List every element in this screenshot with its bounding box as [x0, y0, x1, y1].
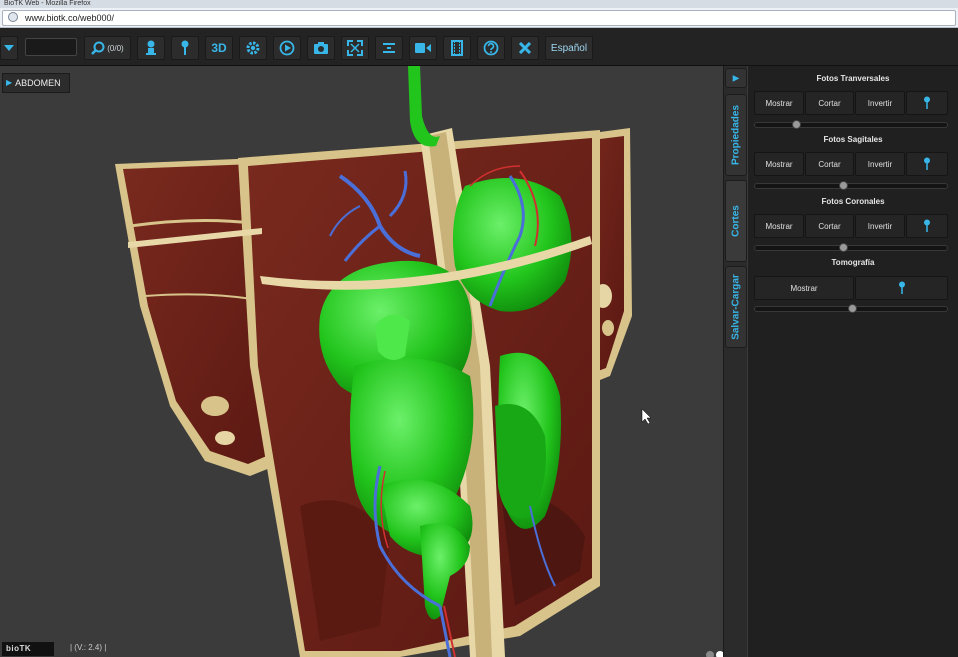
main-toolbar: (0/0) 3D Español — [0, 28, 958, 66]
coronal-invert-button[interactable]: Invertir — [855, 214, 905, 238]
transversal-invert-button[interactable]: Invertir — [855, 91, 905, 115]
video-camera-icon — [415, 43, 431, 53]
screenshot-button[interactable] — [307, 36, 335, 60]
version-label: | (V.: 2.4) | — [70, 643, 107, 652]
mouse-cursor-icon — [641, 408, 652, 425]
search-count: (0/0) — [107, 43, 124, 53]
tomografia-slider[interactable] — [754, 304, 948, 313]
camera-icon — [314, 42, 328, 54]
play-icon — [279, 40, 295, 56]
tab-cortes[interactable]: Cortes — [725, 180, 747, 262]
chevron-right-icon: ▶ — [732, 73, 740, 83]
window-title: BioTK Web - Mozilla Firefox — [0, 0, 958, 8]
tomografia-show-button[interactable]: Mostrar — [754, 276, 854, 300]
play-triangle-icon: ▶ — [6, 78, 13, 87]
settings-button[interactable] — [239, 36, 267, 60]
pin-icon — [181, 40, 189, 55]
slider-knob[interactable] — [839, 181, 848, 190]
app-window: BioTK Web - Mozilla Firefox www.biotk.co… — [0, 0, 958, 657]
help-button[interactable] — [477, 36, 505, 60]
search-input[interactable] — [25, 38, 77, 56]
url-text: www.biotk.co/web000/ — [25, 13, 115, 23]
tab-propiedades[interactable]: Propiedades — [725, 94, 747, 176]
close-icon — [519, 42, 531, 54]
chevron-down-icon — [4, 45, 14, 51]
coronal-pin-button[interactable] — [906, 214, 948, 238]
slider-knob[interactable] — [848, 304, 857, 313]
expand-icon — [347, 40, 363, 56]
section-title-transversal: Fotos Tranversales — [816, 74, 890, 83]
slider-knob[interactable] — [839, 243, 848, 252]
collapse-panel-button[interactable]: ▶ — [725, 68, 747, 88]
pin-icon — [924, 219, 930, 232]
tab-salvar-cargar[interactable]: Salvar-Cargar — [725, 266, 747, 348]
fullscreen-button[interactable] — [341, 36, 369, 60]
side-tab-strip: ▶ Propiedades Cortes Salvar-Cargar — [723, 66, 747, 657]
gear-icon — [246, 41, 260, 55]
breadcrumb[interactable]: ▶ ABDOMEN — [2, 73, 70, 93]
coronal-cut-button[interactable]: Cortar — [805, 214, 854, 238]
sagital-slider[interactable] — [754, 181, 948, 190]
sagital-show-button[interactable]: Mostrar — [754, 152, 804, 176]
film-button[interactable] — [443, 36, 471, 60]
view-3d-button[interactable]: 3D — [205, 36, 233, 60]
anatomy-3d-viewport[interactable]: ▶ ABDOMEN bioTK | (V.: 2.4) | — [0, 66, 747, 657]
search-button[interactable]: (0/0) — [84, 36, 131, 60]
address-bar: www.biotk.co/web000/ — [0, 8, 958, 28]
transversal-slider[interactable] — [754, 120, 948, 129]
url-field[interactable]: www.biotk.co/web000/ — [2, 10, 956, 26]
biotk-logo: bioTK — [2, 642, 54, 656]
sagital-invert-button[interactable]: Invertir — [855, 152, 905, 176]
abdomen-3d-model[interactable] — [0, 66, 747, 657]
coronal-show-button[interactable]: Mostrar — [754, 214, 804, 238]
close-button[interactable] — [511, 36, 539, 60]
person-button[interactable] — [137, 36, 165, 60]
language-button[interactable]: Español — [545, 36, 593, 60]
pin-icon — [924, 157, 930, 170]
menu-dropdown-button[interactable] — [0, 36, 18, 60]
film-icon — [451, 40, 463, 56]
site-identity-icon[interactable] — [8, 12, 18, 22]
tomografia-pin-button[interactable] — [855, 276, 948, 300]
pin-icon — [924, 96, 930, 109]
section-title-tomografia: Tomografía — [831, 258, 875, 267]
pin-button[interactable] — [171, 36, 199, 60]
video-button[interactable] — [409, 36, 437, 60]
section-title-coronal: Fotos Coronales — [821, 197, 885, 206]
sagital-pin-button[interactable] — [906, 152, 948, 176]
cortes-panel: Fotos Tranversales Mostrar Cortar Invert… — [748, 66, 958, 657]
play-button[interactable] — [273, 36, 301, 60]
sagital-cut-button[interactable]: Cortar — [805, 152, 854, 176]
pin-icon — [898, 281, 905, 294]
breadcrumb-label: ABDOMEN — [15, 78, 61, 88]
coronal-slider[interactable] — [754, 243, 948, 252]
section-title-sagital: Fotos Sagitales — [823, 135, 883, 144]
transversal-pin-button[interactable] — [906, 91, 948, 115]
split-icon — [383, 43, 395, 53]
person-icon — [146, 40, 156, 55]
transversal-show-button[interactable]: Mostrar — [754, 91, 804, 115]
transversal-cut-button[interactable]: Cortar — [805, 91, 854, 115]
help-icon — [483, 40, 499, 56]
layout-button[interactable] — [375, 36, 403, 60]
magnifier-icon — [91, 41, 105, 55]
nav-dot[interactable] — [706, 651, 714, 657]
slider-knob[interactable] — [792, 120, 801, 129]
